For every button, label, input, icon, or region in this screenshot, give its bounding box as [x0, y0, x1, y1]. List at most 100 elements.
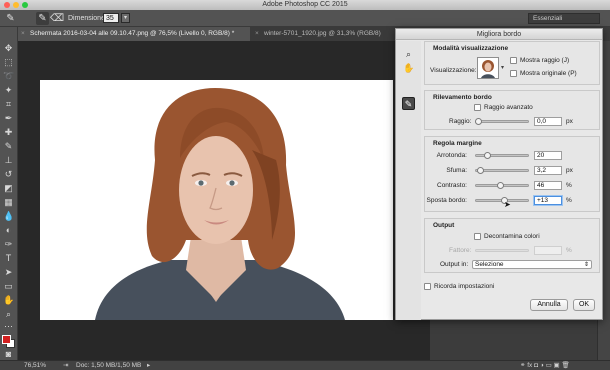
- mouse-cursor-icon: ➤: [504, 200, 511, 209]
- move-tool-icon[interactable]: ✥: [3, 43, 14, 54]
- contrast-input[interactable]: 46: [534, 181, 562, 190]
- view-mode-thumbnail[interactable]: [477, 57, 499, 79]
- tools-panel: ✥ ⬚ ➰ ✦ ⌗ ✒ ✚ ✎ ⊥ ↺ ◩ ▦ 💧 ◐ ✑ T ➤ ▭ ✋ ⌕ …: [0, 27, 18, 360]
- radius-slider[interactable]: [475, 120, 529, 123]
- dodge-tool-icon[interactable]: ◐: [3, 225, 14, 236]
- smart-radius-checkbox[interactable]: [474, 104, 481, 111]
- brush-preset-icon[interactable]: ✎: [4, 12, 17, 25]
- amount-label: Fattore:: [449, 247, 472, 254]
- remember-settings-checkbox[interactable]: [424, 283, 431, 290]
- blur-tool-icon[interactable]: 💧: [3, 211, 14, 222]
- dialog-title: Migliora bordo: [396, 29, 602, 40]
- path-selection-tool-icon[interactable]: ➤: [3, 267, 14, 278]
- hand-tool-icon[interactable]: ✋: [3, 295, 14, 306]
- contrast-slider-thumb[interactable]: [496, 182, 504, 189]
- view-label: Visualizzazione:: [430, 67, 477, 74]
- shift-edge-input[interactable]: +13: [534, 196, 562, 205]
- output-to-select[interactable]: Selezione ⇕: [472, 260, 592, 269]
- amount-slider[interactable]: [475, 249, 529, 252]
- output-title: Output: [433, 222, 455, 229]
- remember-settings-label: Ricorda impostazioni: [434, 283, 495, 290]
- smooth-slider[interactable]: [475, 154, 529, 157]
- brush-size-label: Dimensione:: [68, 15, 107, 22]
- status-menu-icon[interactable]: ▸: [147, 361, 150, 370]
- refine-radius-tool-icon[interactable]: ✎: [402, 97, 415, 110]
- tab-document-1[interactable]: × Schermata 2016-03-04 alle 09.10.47.png…: [18, 27, 250, 41]
- options-bar: ✎ ✎ ⌫ Dimensione: 35 ▾ Essenziali: [0, 10, 610, 27]
- panel-footer-icons: ⚭ fx ◘ ◑ ▭ ▣ 🗑: [520, 362, 570, 369]
- foreground-color-swatch[interactable]: [2, 335, 11, 344]
- clone-stamp-tool-icon[interactable]: ⊥: [3, 155, 14, 166]
- output-to-label: Output in:: [440, 261, 469, 268]
- history-brush-tool-icon[interactable]: ↺: [3, 169, 14, 180]
- shift-edge-unit: %: [566, 197, 572, 204]
- smooth-slider-thumb[interactable]: [484, 152, 492, 159]
- smart-radius-label: Raggio avanzato: [484, 104, 533, 111]
- quick-selection-tool-icon[interactable]: ✦: [3, 85, 14, 96]
- zoom-level[interactable]: 76,51%: [24, 361, 46, 370]
- status-arrow-icon[interactable]: ⇥: [63, 361, 68, 370]
- amount-input[interactable]: [534, 246, 562, 255]
- healing-brush-tool-icon[interactable]: ✚: [3, 127, 14, 138]
- show-original-checkbox[interactable]: [510, 70, 517, 77]
- canvas-area[interactable]: [18, 41, 430, 360]
- brush-size-input[interactable]: 35: [103, 13, 119, 23]
- ok-button[interactable]: OK: [573, 299, 595, 311]
- radius-unit: px: [566, 118, 573, 125]
- document-image[interactable]: [40, 80, 393, 320]
- lasso-tool-icon[interactable]: ➰: [3, 71, 14, 82]
- radius-slider-thumb[interactable]: [475, 118, 482, 125]
- zoom-tool-icon[interactable]: ⌕: [3, 309, 14, 320]
- adjust-edge-title: Regola margine: [433, 140, 482, 147]
- quick-mask-icon[interactable]: ◙: [3, 349, 14, 360]
- radius-input[interactable]: 0,0: [534, 117, 562, 126]
- erase-refinements-tool-icon[interactable]: ⌫: [50, 12, 64, 25]
- view-mode-section: Modalità visualizzazione Visualizzazione…: [424, 41, 600, 85]
- brush-tool-icon[interactable]: ✎: [3, 141, 14, 152]
- decontaminate-colors-checkbox[interactable]: [474, 233, 481, 240]
- gradient-tool-icon[interactable]: ▦: [3, 197, 14, 208]
- feather-slider-thumb[interactable]: [477, 167, 485, 174]
- close-window-button[interactable]: [4, 2, 10, 8]
- zoom-window-button[interactable]: [22, 2, 28, 8]
- zoom-tool-icon[interactable]: ⌕: [403, 49, 414, 60]
- rectangle-tool-icon[interactable]: ▭: [3, 281, 14, 292]
- marquee-tool-icon[interactable]: ⬚: [3, 57, 14, 68]
- eraser-tool-icon[interactable]: ◩: [3, 183, 14, 194]
- show-radius-checkbox[interactable]: [510, 57, 517, 64]
- amount-unit: %: [566, 247, 572, 254]
- status-bar: 76,51% ⇥ Doc: 1,50 MB/1,50 MB ▸ ⚭ fx ◘ ◑…: [0, 360, 610, 370]
- view-mode-title: Modalità visualizzazione: [433, 45, 509, 52]
- smooth-input[interactable]: 20: [534, 151, 562, 160]
- view-thumbnail-image: [481, 60, 495, 78]
- show-radius-label: Mostra raggio (J): [520, 57, 570, 64]
- minimize-window-button[interactable]: [13, 2, 19, 8]
- contrast-label: Contrasto:: [437, 182, 467, 189]
- view-mode-dropdown-icon[interactable]: ▾: [501, 64, 504, 71]
- workspace-switcher[interactable]: Essenziali: [528, 13, 600, 24]
- eyedropper-tool-icon[interactable]: ✒: [3, 113, 14, 124]
- tab-document-2[interactable]: × winter-5701_1920.jpg @ 31,3% (RGB/8): [252, 27, 402, 41]
- tab-label: Schermata 2016-03-04 alle 09.10.47.png @…: [30, 30, 235, 37]
- shift-edge-label: Sposta bordo:: [426, 197, 467, 204]
- type-tool-icon[interactable]: T: [3, 253, 14, 264]
- edge-detection-section: Rilevamento bordo Raggio avanzato Raggio…: [424, 90, 600, 130]
- crop-tool-icon[interactable]: ⌗: [3, 99, 14, 110]
- workspace-label: Essenziali: [533, 15, 563, 22]
- brush-size-dropdown[interactable]: ▾: [121, 13, 130, 23]
- more-tools-icon[interactable]: ⋯: [3, 321, 14, 332]
- close-tab-icon[interactable]: ×: [21, 27, 25, 41]
- refine-radius-tool-icon[interactable]: ✎: [36, 12, 49, 25]
- edge-detection-title: Rilevamento bordo: [433, 94, 492, 101]
- hand-tool-icon[interactable]: ✋: [403, 63, 414, 74]
- portrait-photo: [95, 88, 345, 320]
- pen-tool-icon[interactable]: ✑: [3, 239, 14, 250]
- contrast-unit: %: [566, 182, 572, 189]
- cancel-button[interactable]: Annulla: [530, 299, 568, 311]
- feather-input[interactable]: 3,2: [534, 166, 562, 175]
- output-section: Output Decontamina colori Fattore: % Out…: [424, 218, 600, 273]
- select-arrows-icon: ⇕: [583, 262, 589, 268]
- smooth-label: Arrotonda:: [436, 152, 467, 159]
- close-tab-icon[interactable]: ×: [255, 27, 259, 41]
- document-size[interactable]: Doc: 1,50 MB/1,50 MB: [76, 361, 141, 370]
